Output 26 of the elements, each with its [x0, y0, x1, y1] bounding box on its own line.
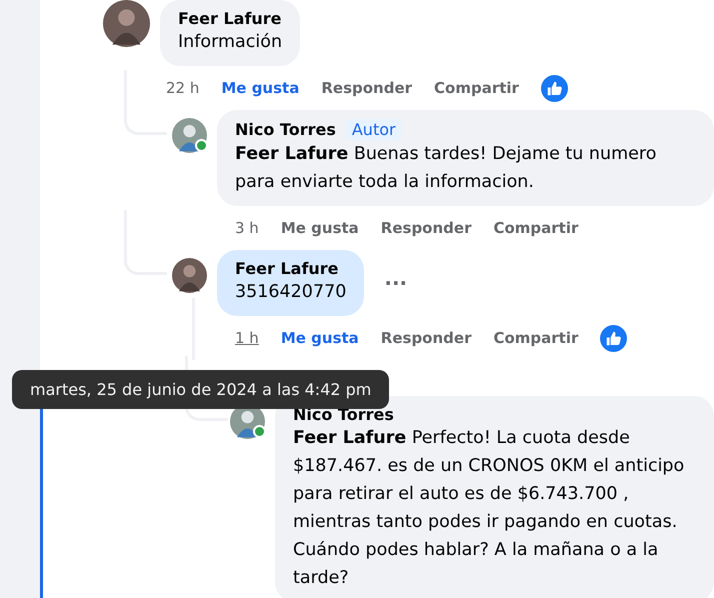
date-tooltip: martes, 25 de junio de 2024 a las 4:42 pm: [12, 370, 390, 409]
author-name[interactable]: Feer Lafure: [178, 9, 282, 28]
author-name[interactable]: Nico Torres: [235, 120, 336, 139]
like-reaction-icon[interactable]: [600, 324, 628, 352]
comment-action-link[interactable]: Compartir: [493, 219, 578, 237]
author-name[interactable]: Feer Lafure: [235, 259, 339, 278]
more-options-button[interactable]: ···: [384, 271, 408, 295]
avatar[interactable]: [103, 0, 150, 47]
comment-action-link[interactable]: Responder: [380, 329, 472, 347]
comment-action-link[interactable]: Responder: [321, 79, 412, 97]
timestamp-link[interactable]: 1 h: [235, 329, 259, 347]
comment-text: Feer Lafure Buenas tardes! Dejame tu numero para enviarte toda la informacion.: [235, 143, 658, 194]
comment-action-link[interactable]: Compartir: [434, 79, 519, 97]
comment-text: Información: [178, 31, 282, 54]
comment-action-link[interactable]: Responder: [380, 219, 472, 237]
comment-action-link[interactable]: Me gusta: [280, 329, 359, 347]
comment-text: Feer Lafure Perfecto! La cuota desde $187.467. es de un CRONOS 0KM el anticipo para retirar el auto es de $6.743.700 , mientras tanto podes ir pagando en cuotas. Cuándo podes hablar? A la mañana o a la tarde?: [293, 427, 686, 590]
avatar[interactable]: [172, 258, 207, 293]
like-reaction-icon[interactable]: [540, 74, 568, 102]
timestamp-link[interactable]: 22 h: [166, 79, 200, 97]
comment-text: 3516420770: [235, 281, 346, 304]
comment-action-link[interactable]: Me gusta: [221, 79, 300, 97]
comment-action-link[interactable]: Me gusta: [280, 219, 359, 237]
timestamp-link[interactable]: 3 h: [235, 219, 259, 237]
comment-action-link[interactable]: Compartir: [493, 329, 578, 347]
author-badge: Autor: [346, 119, 402, 140]
